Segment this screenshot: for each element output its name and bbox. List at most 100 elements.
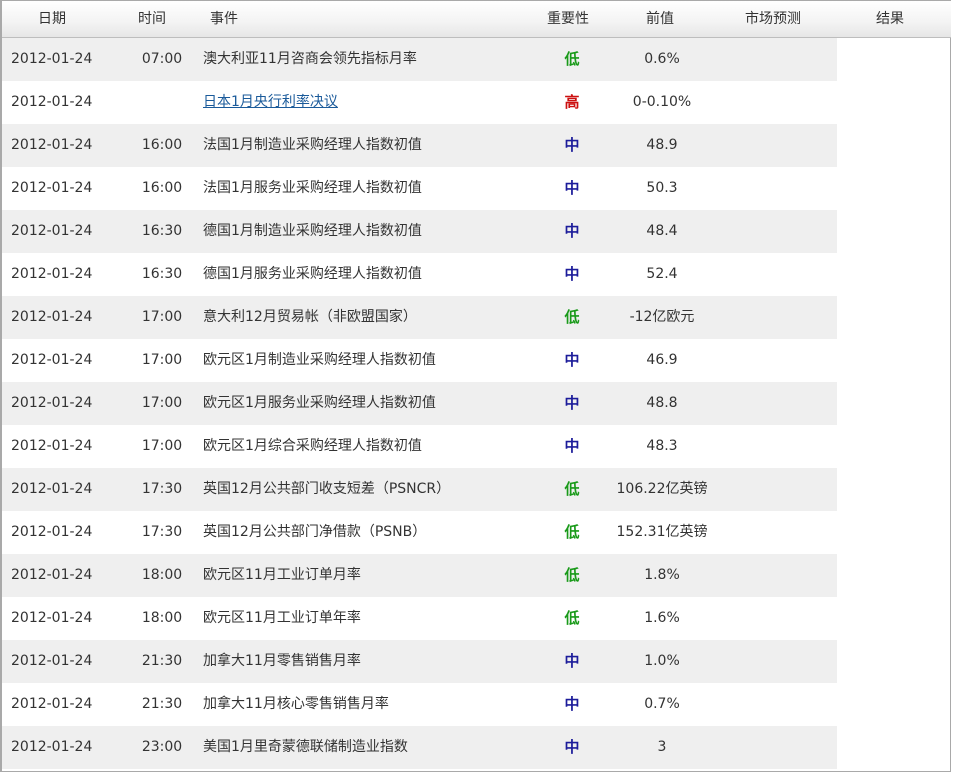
importance-badge: 高 — [564, 93, 580, 111]
row-date: 2012-01-24 — [11, 352, 93, 368]
importance-badge: 低 — [564, 480, 580, 498]
header-time: 时间 — [138, 11, 166, 27]
table-row: 2012-01-24 17:30 英国12月公共部门收支短差（PSNCR） 低 106.… — [2, 468, 837, 511]
row-time — [132, 81, 192, 124]
table-row: 2012-01-24 21:30 加拿大11月零售销售月率 中 1.0% — [2, 640, 837, 683]
table-row: 2012-01-24 18:00 欧元区11月工业订单年率 低 1.6% — [2, 597, 837, 640]
table-row: 2012-01-24 17:00 意大利12月贸易帐（非欧盟国家） 低 -12亿欧元 — [2, 296, 837, 339]
row-time: 07:00 — [141, 51, 183, 67]
row-previous: 0-0.10% — [632, 94, 692, 110]
row-time: 21:30 — [141, 653, 183, 669]
header-date: 日期 — [38, 11, 66, 27]
row-event: 澳大利亚11月咨商会领先指标月率 — [203, 51, 417, 67]
header-result: 结果 — [876, 11, 904, 27]
table-row: 2012-01-24 17:00 欧元区1月服务业采购经理人指数初值 中 48.8 — [2, 382, 837, 425]
table-row: 2012-01-24 17:00 欧元区1月制造业采购经理人指数初值 中 46.9 — [2, 339, 837, 382]
table-row: 2012-01-24 日本1月央行利率决议 高 0-0.10% — [2, 81, 837, 124]
importance-badge: 低 — [564, 523, 580, 541]
header-previous: 前值 — [646, 11, 674, 27]
row-event: 欧元区1月服务业采购经理人指数初值 — [203, 395, 436, 411]
row-event: 欧元区1月综合采购经理人指数初值 — [203, 438, 422, 454]
row-event: 欧元区11月工业订单年率 — [203, 610, 361, 626]
row-date: 2012-01-24 — [11, 610, 93, 626]
table-row: 2012-01-24 07:00 澳大利亚11月咨商会领先指标月率 低 0.6% — [2, 38, 837, 81]
row-event[interactable]: 日本1月央行利率决议 — [203, 81, 533, 124]
row-date: 2012-01-24 — [11, 524, 93, 540]
row-event: 法国1月制造业采购经理人指数初值 — [203, 137, 422, 153]
row-date: 2012-01-24 — [11, 438, 93, 454]
importance-badge: 中 — [564, 179, 580, 197]
event-link[interactable]: 日本1月央行利率决议 — [203, 94, 338, 110]
row-time: 16:30 — [141, 266, 183, 282]
importance-badge: 中 — [564, 136, 580, 154]
row-time: 23:00 — [141, 739, 183, 755]
header-forecast: 市场预测 — [745, 11, 801, 27]
row-event: 英国12月公共部门收支短差（PSNCR） — [203, 481, 451, 497]
row-date: 2012-01-24 — [11, 94, 93, 110]
importance-badge: 低 — [564, 566, 580, 584]
row-date: 2012-01-24 — [11, 739, 93, 755]
row-time: 17:30 — [141, 481, 183, 497]
row-date: 2012-01-24 — [11, 395, 93, 411]
row-time: 17:30 — [141, 524, 183, 540]
table-row: 2012-01-24 16:30 德国1月服务业采购经理人指数初值 中 52.4 — [2, 253, 837, 296]
row-previous: 50.3 — [646, 180, 678, 196]
header-event: 事件 — [210, 11, 238, 27]
row-previous: 3 — [657, 739, 667, 755]
row-date: 2012-01-24 — [11, 137, 93, 153]
row-event: 法国1月服务业采购经理人指数初值 — [203, 180, 422, 196]
row-previous: 46.9 — [646, 352, 678, 368]
table-row: 2012-01-24 17:30 英国12月公共部门净借款（PSNB） 低 152.31… — [2, 511, 837, 554]
row-previous: 152.31亿英镑 — [616, 524, 708, 540]
row-time: 17:00 — [141, 352, 183, 368]
row-time: 17:00 — [141, 309, 183, 325]
row-previous: 1.0% — [644, 653, 680, 669]
table-row: 2012-01-24 18:00 欧元区11月工业订单月率 低 1.8% — [2, 554, 837, 597]
row-event: 意大利12月贸易帐（非欧盟国家） — [203, 309, 417, 325]
row-previous: 106.22亿英镑 — [616, 481, 708, 497]
row-event: 德国1月服务业采购经理人指数初值 — [203, 266, 422, 282]
table-row: 2012-01-24 16:00 法国1月制造业采购经理人指数初值 中 48.9 — [2, 124, 837, 167]
row-date: 2012-01-24 — [11, 481, 93, 497]
row-previous: 48.3 — [646, 438, 678, 454]
row-time: 16:00 — [141, 180, 183, 196]
row-date: 2012-01-24 — [11, 696, 93, 712]
table-row: 2012-01-24 21:30 加拿大11月核心零售销售月率 中 0.7% — [2, 683, 837, 726]
row-event: 加拿大11月零售销售月率 — [203, 653, 361, 669]
row-event: 英国12月公共部门净借款（PSNB） — [203, 524, 427, 540]
importance-badge: 中 — [564, 695, 580, 713]
row-event: 欧元区1月制造业采购经理人指数初值 — [203, 352, 436, 368]
table-row: 2012-01-24 17:00 欧元区1月综合采购经理人指数初值 中 48.3 — [2, 425, 837, 468]
table-body: 2012-01-24 07:00 澳大利亚11月咨商会领先指标月率低 0.6% 2012… — [2, 38, 837, 769]
calendar-table: 日期 时间 事件 重要性 前值 市场预测 结果 2012-01-24 07:00 澳… — [0, 0, 951, 772]
row-event: 加拿大11月核心零售销售月率 — [203, 696, 389, 712]
importance-badge: 低 — [564, 308, 580, 326]
row-time: 18:00 — [141, 610, 183, 626]
row-previous: 1.6% — [644, 610, 680, 626]
header-importance: 重要性 — [547, 11, 589, 27]
importance-badge: 中 — [564, 351, 580, 369]
row-previous: 48.4 — [646, 223, 678, 239]
row-previous: 48.9 — [646, 137, 678, 153]
row-date: 2012-01-24 — [11, 223, 93, 239]
table-row: 2012-01-24 16:30 德国1月制造业采购经理人指数初值 中 48.4 — [2, 210, 837, 253]
importance-badge: 中 — [564, 394, 580, 412]
row-previous: 0.7% — [644, 696, 680, 712]
table-header: 日期 时间 事件 重要性 前值 市场预测 结果 — [2, 1, 951, 38]
row-date: 2012-01-24 — [11, 51, 93, 67]
importance-badge: 中 — [564, 652, 580, 670]
row-previous: 48.8 — [646, 395, 678, 411]
importance-badge: 低 — [564, 50, 580, 68]
row-date: 2012-01-24 — [11, 266, 93, 282]
row-previous: 1.8% — [644, 567, 680, 583]
table-row: 2012-01-24 16:00 法国1月服务业采购经理人指数初值 中 50.3 — [2, 167, 837, 210]
importance-badge: 中 — [564, 738, 580, 756]
row-event: 美国1月里奇蒙德联储制造业指数 — [203, 739, 408, 755]
row-previous: 52.4 — [646, 266, 678, 282]
row-time: 17:00 — [141, 395, 183, 411]
row-time: 21:30 — [141, 696, 183, 712]
row-date: 2012-01-24 — [11, 309, 93, 325]
row-previous: -12亿欧元 — [629, 309, 695, 325]
row-event: 欧元区11月工业订单月率 — [203, 567, 361, 583]
importance-badge: 低 — [564, 609, 580, 627]
